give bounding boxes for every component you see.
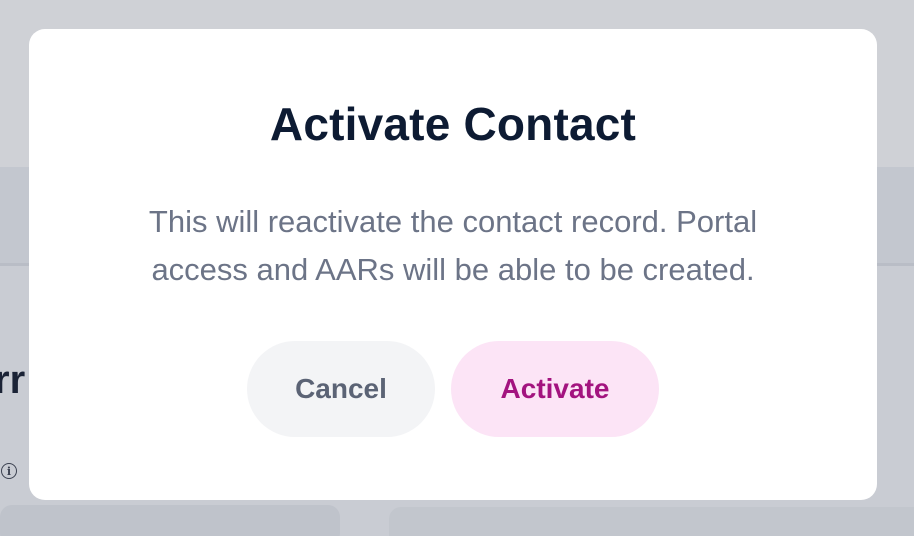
info-icon: i — [1, 463, 17, 479]
dialog-title: Activate Contact — [269, 98, 637, 150]
cancel-button[interactable]: Cancel — [247, 341, 435, 437]
activate-contact-dialog: Activate Contact This will reactivate th… — [29, 29, 877, 500]
background-heading: rr — [0, 358, 26, 402]
dialog-message: This will reactivate the contact record.… — [148, 204, 758, 287]
background-card — [0, 505, 340, 536]
background-card — [389, 507, 914, 536]
activate-button[interactable]: Activate — [451, 341, 659, 437]
dialog-actions: Cancel Activate — [247, 341, 659, 437]
